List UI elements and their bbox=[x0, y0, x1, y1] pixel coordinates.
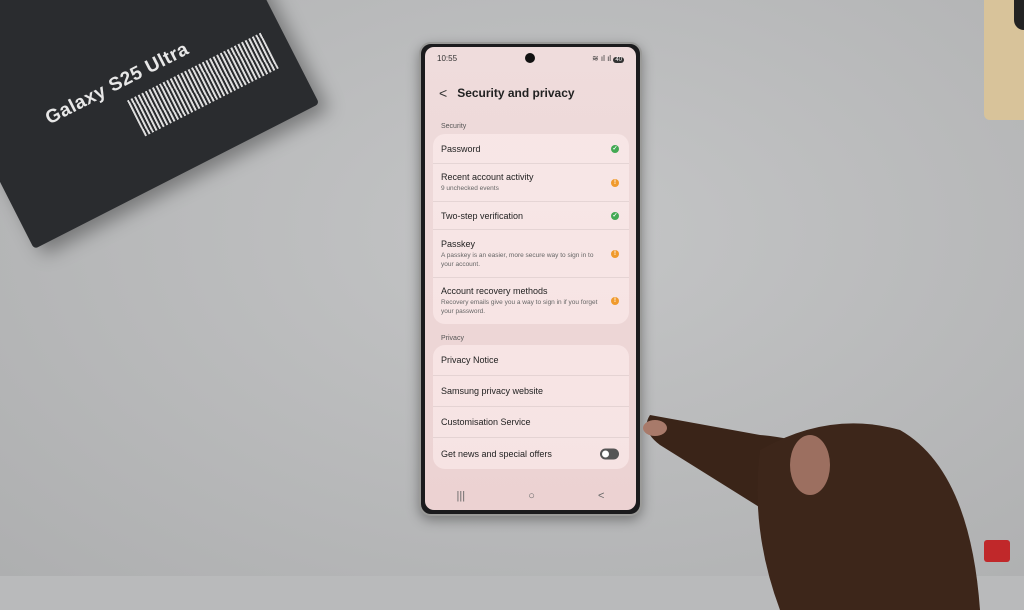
list-item-passkey[interactable]: Passkey A passkey is an easier, more secu… bbox=[433, 230, 629, 278]
status-icons: ≋ ıl ıl 40 bbox=[592, 54, 624, 63]
navigation-bar: ||| ○ < bbox=[425, 490, 636, 502]
item-title: Customisation Service bbox=[441, 417, 531, 427]
item-title: Two-step verification bbox=[441, 210, 524, 221]
warning-icon: ! bbox=[611, 178, 619, 187]
header: < Security and privacy bbox=[439, 85, 575, 101]
news-offers-toggle[interactable] bbox=[600, 448, 619, 459]
list-item-privacy-notice[interactable]: Privacy Notice bbox=[433, 345, 629, 376]
desk-object bbox=[984, 0, 1024, 120]
thumbnail bbox=[790, 435, 830, 495]
barcode-label bbox=[126, 32, 279, 137]
item-subtitle: A passkey is an easier, more secure way … bbox=[441, 251, 594, 268]
list-item-privacy-website[interactable]: Samsung privacy website bbox=[433, 376, 629, 407]
item-title: Password bbox=[441, 143, 481, 154]
page-title: Security and privacy bbox=[457, 86, 575, 100]
check-icon: ✓ bbox=[611, 211, 619, 220]
item-title: Passkey bbox=[441, 238, 476, 249]
item-title: Recent account activity bbox=[441, 172, 534, 182]
item-title: Get news and special offers bbox=[441, 448, 552, 459]
phone: 10:55 ≋ ıl ıl 40 < Security and privacy … bbox=[419, 42, 642, 516]
palm bbox=[757, 423, 980, 610]
channel-logo bbox=[984, 540, 1010, 562]
battery-icon: 40 bbox=[613, 57, 624, 63]
list-item-recovery[interactable]: Account recovery methods Recovery emails … bbox=[433, 278, 629, 324]
item-subtitle: Recovery emails give you a way to sign i… bbox=[441, 299, 598, 315]
section-label-privacy: Privacy bbox=[441, 335, 464, 342]
front-camera bbox=[525, 53, 535, 63]
item-subtitle: 9 unchecked events bbox=[441, 185, 499, 192]
privacy-card: Privacy Notice Samsung privacy website C… bbox=[433, 345, 629, 469]
home-button[interactable]: ○ bbox=[528, 490, 535, 502]
check-icon: ✓ bbox=[611, 144, 619, 153]
phone-screen: 10:55 ≋ ıl ıl 40 < Security and privacy … bbox=[425, 47, 636, 510]
security-card: Password ✓ Recent account activity 9 unche… bbox=[433, 134, 629, 324]
recents-button[interactable]: ||| bbox=[457, 490, 466, 502]
list-item-news-offers[interactable]: Get news and special offers bbox=[433, 438, 629, 469]
warning-icon: ! bbox=[611, 249, 619, 258]
back-button[interactable]: < bbox=[598, 490, 604, 502]
back-icon[interactable]: < bbox=[439, 85, 447, 101]
item-title: Privacy Notice bbox=[441, 355, 499, 365]
list-item-two-step[interactable]: Two-step verification ✓ bbox=[433, 202, 629, 230]
desk-object-part bbox=[1014, 0, 1024, 30]
hand bbox=[643, 415, 980, 610]
fingernail bbox=[643, 420, 667, 436]
item-title: Account recovery methods bbox=[441, 286, 548, 296]
list-item-password[interactable]: Password ✓ bbox=[433, 134, 629, 164]
section-label-security: Security bbox=[441, 123, 467, 130]
wifi-icon: ≋ ıl ıl bbox=[591, 54, 614, 63]
list-item-recent-activity[interactable]: Recent account activity 9 unchecked event… bbox=[433, 164, 629, 202]
status-time: 10:55 bbox=[437, 54, 458, 63]
warning-icon: ! bbox=[611, 297, 619, 305]
item-title: Samsung privacy website bbox=[441, 386, 544, 396]
list-item-customisation[interactable]: Customisation Service bbox=[433, 407, 629, 438]
